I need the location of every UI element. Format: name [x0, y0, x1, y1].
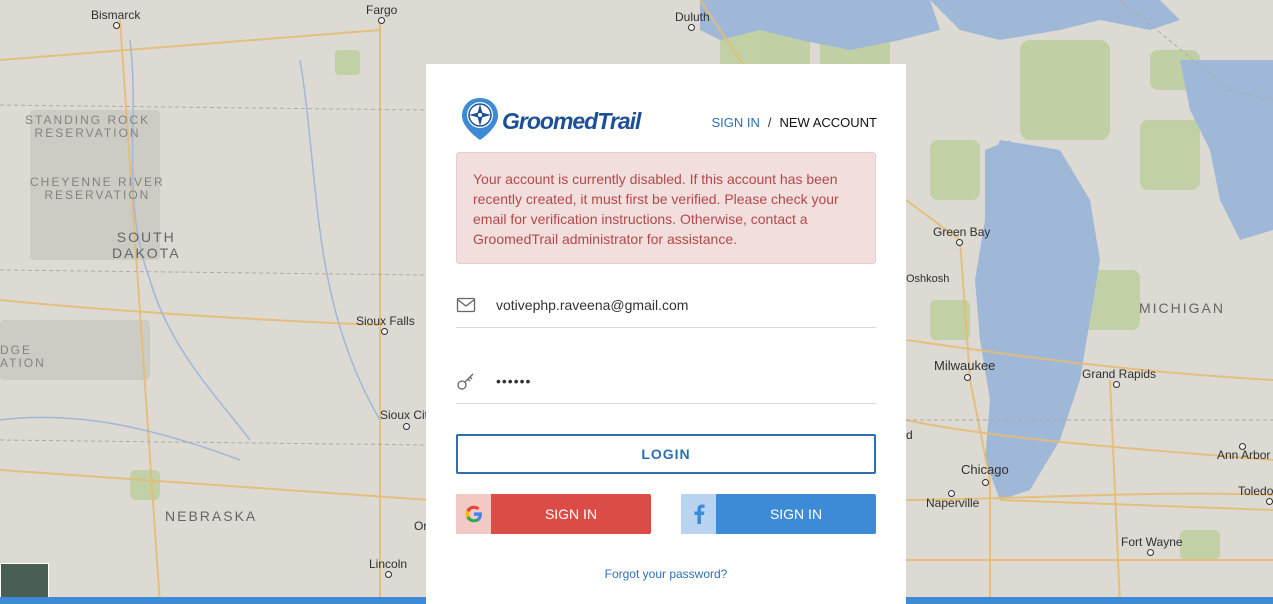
- account-disabled-alert: Your account is currently disabled. If t…: [456, 152, 876, 264]
- compass-pin-icon: [462, 98, 498, 140]
- password-field: [456, 363, 876, 404]
- logo[interactable]: GroomedTrail: [460, 96, 641, 142]
- login-card: GroomedTrail SIGN IN / NEW ACCOUNT Your ac…: [426, 64, 906, 604]
- google-sign-in-button[interactable]: SIGN IN: [456, 494, 651, 534]
- auth-nav: SIGN IN / NEW ACCOUNT: [711, 115, 877, 130]
- login-button[interactable]: LOGIN: [456, 434, 876, 474]
- nav-sign-in-link[interactable]: SIGN IN: [711, 115, 759, 130]
- forgot-password-link[interactable]: Forgot your password?: [426, 567, 906, 581]
- password-input[interactable]: [496, 367, 866, 395]
- google-icon: [456, 494, 491, 534]
- nav-separator: /: [767, 115, 772, 130]
- facebook-icon: [681, 494, 716, 534]
- email-input[interactable]: [496, 291, 866, 319]
- nav-new-account-link[interactable]: NEW ACCOUNT: [780, 115, 878, 130]
- email-field: [456, 287, 876, 328]
- facebook-sign-in-button[interactable]: SIGN IN: [681, 494, 876, 534]
- alert-message: Your account is currently disabled. If t…: [473, 171, 839, 247]
- envelope-icon: [456, 297, 476, 313]
- logo-text: GroomedTrail: [502, 107, 641, 134]
- facebook-sign-in-label: SIGN IN: [769, 506, 823, 522]
- google-sign-in-label: SIGN IN: [544, 506, 598, 522]
- key-icon: [457, 373, 474, 390]
